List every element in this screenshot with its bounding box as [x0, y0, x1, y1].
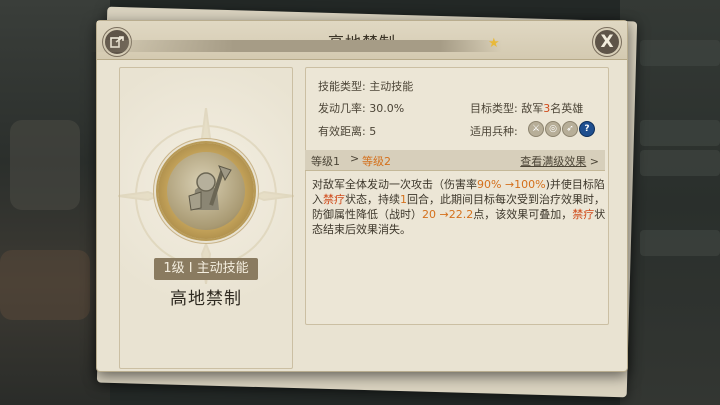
background-list-row: [640, 150, 720, 176]
applicable-units-label: 适用兵种:: [470, 125, 518, 138]
next-level: 等级2: [362, 155, 391, 168]
desc-text: 点，该效果可叠加，: [473, 208, 573, 221]
skill-card: 1级 I 主动技能 高地禁制: [118, 67, 294, 369]
cavalry-icon: ⚔: [528, 121, 544, 137]
background-figure: [10, 120, 80, 210]
skill-icon-inner: [167, 152, 245, 230]
status-effect: 禁疗: [572, 208, 595, 221]
view-max-level-link[interactable]: 查看满级效果 >: [520, 153, 599, 169]
close-button[interactable]: X: [593, 28, 621, 56]
duration-turns: 1: [400, 193, 407, 206]
background-list-row: [640, 120, 720, 146]
effective-range: 有效距离: 5: [318, 125, 377, 138]
view-max-label: 查看满级效果: [520, 155, 587, 168]
chevron-right-icon: >: [589, 155, 599, 168]
trigger-rate: 发动几率: 30.0%: [318, 102, 405, 115]
archer-icon: ➶: [562, 121, 578, 137]
armored-warrior-icon: [188, 165, 232, 211]
skill-description: 对敌军全体发动一次攻击（伤害率90% →100%)并使目标陷入禁疗状态，持续1回…: [312, 177, 610, 237]
current-level: 等级1: [311, 155, 340, 168]
skill-level-badge: 1级 I 主动技能: [154, 258, 258, 280]
target-type-suffix: 名英雄: [550, 102, 584, 115]
siege-icon: ?: [579, 121, 595, 137]
star-icon: ★: [488, 36, 500, 51]
background-left: [0, 0, 110, 405]
target-type: 目标类型: 敌军3名英雄: [470, 100, 583, 116]
header-strip: [90, 40, 502, 52]
defense-reduction: 20 →22.2: [422, 208, 474, 221]
background-figure: [0, 250, 90, 320]
background-list-row: [640, 230, 720, 256]
background-list-row: [640, 40, 720, 66]
shield-icon: ◎: [545, 121, 561, 137]
skill-name: 高地禁制: [170, 289, 242, 309]
level-arrow: >: [350, 152, 360, 165]
skill-type: 技能类型: 主动技能: [318, 80, 414, 93]
skill-icon: [158, 143, 254, 239]
status-effect: 禁疗: [323, 193, 345, 206]
desc-text: 对敌军全体发动一次攻击（伤害率: [312, 178, 477, 191]
close-icon: X: [600, 32, 614, 52]
desc-text: 状态，持续: [345, 193, 400, 206]
damage-rate: 90% →100%: [477, 178, 546, 191]
target-type-prefix: 目标类型: 敌军: [470, 102, 544, 115]
level-bar: 等级1 > 等级2 查看满级效果 >: [305, 150, 605, 171]
